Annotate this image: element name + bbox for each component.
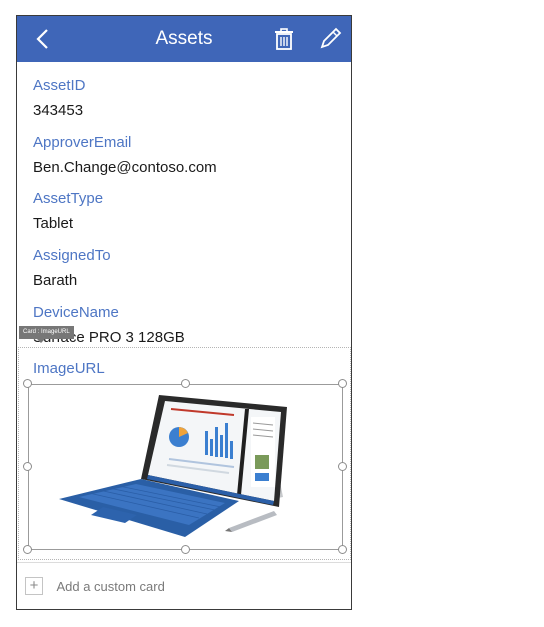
field-asset-id[interactable]: AssetID 343453	[33, 77, 86, 120]
add-custom-card-label: Add a custom card	[56, 578, 165, 594]
field-label: ApproverEmail	[33, 134, 132, 151]
field-image-url[interactable]: ImageURL	[33, 360, 105, 378]
resize-handle-bc[interactable]	[181, 545, 190, 554]
field-value: Barath	[33, 272, 78, 289]
field-label: ImageURL	[33, 360, 105, 377]
pencil-icon[interactable]	[318, 27, 342, 51]
resize-handle-tl[interactable]	[23, 379, 32, 388]
field-asset-type[interactable]: AssetType Tablet	[33, 190, 103, 233]
footer-divider	[17, 562, 351, 563]
add-custom-card-button[interactable]: + Add a custom card	[25, 577, 165, 597]
resize-handle-mr[interactable]	[338, 462, 347, 471]
field-value: Tablet	[33, 215, 74, 232]
resize-handle-ml[interactable]	[23, 462, 32, 471]
image-control[interactable]	[28, 384, 343, 550]
resize-handle-tr[interactable]	[338, 379, 347, 388]
field-value: 343453	[33, 102, 84, 119]
resize-handle-tc[interactable]	[181, 379, 190, 388]
field-approver-email[interactable]: ApproverEmail Ben.Change@contoso.com	[33, 134, 217, 177]
resize-handle-bl[interactable]	[23, 545, 32, 554]
resize-handle-br[interactable]	[338, 545, 347, 554]
trash-icon[interactable]	[272, 27, 296, 51]
field-assigned-to[interactable]: AssignedTo Barath	[33, 247, 111, 290]
app-header: Assets	[17, 16, 351, 62]
field-label: DeviceName	[33, 304, 119, 321]
card-tooltip: Card : ImageURL	[19, 326, 74, 343]
page-title: Assets	[155, 28, 213, 49]
plus-icon: +	[25, 577, 43, 595]
field-value: Ben.Change@contoso.com	[33, 159, 217, 176]
field-label: AssetID	[33, 77, 86, 94]
app-frame: Assets AssetID 343453 ApproverEmail Ben.…	[16, 15, 352, 610]
field-label: AssetType	[33, 190, 104, 207]
surface-tablet-image	[59, 395, 287, 537]
field-label: AssignedTo	[33, 247, 111, 264]
